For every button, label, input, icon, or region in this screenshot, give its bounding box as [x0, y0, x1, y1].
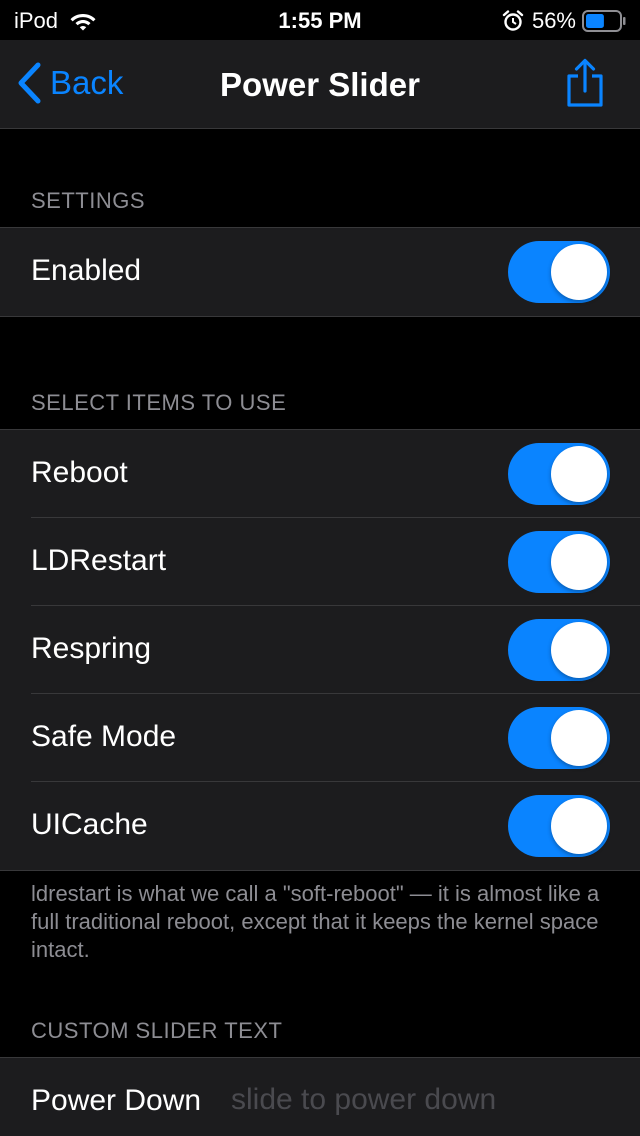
respring-toggle[interactable] [508, 619, 610, 681]
page-title: Power Slider [220, 66, 420, 103]
item-label: Respring [31, 632, 152, 665]
item-label: Reboot [31, 456, 128, 489]
settings-group: Enabled [0, 227, 640, 317]
uicache-toggle[interactable] [508, 795, 610, 857]
toggle-knob [551, 534, 607, 590]
toggle-knob [551, 710, 607, 766]
item-label: LDRestart [31, 544, 167, 577]
power-down-label: Power Down [31, 1084, 202, 1117]
item-label: UICache [31, 808, 148, 841]
navigation-bar: Back Power Slider [0, 40, 640, 129]
item-row-safe-mode: Safe Mode [0, 694, 640, 782]
battery-percent: 56% [531, 8, 576, 33]
battery-icon [582, 10, 626, 32]
item-row-respring: Respring [0, 606, 640, 694]
safe-mode-toggle[interactable] [508, 707, 610, 769]
items-section-header: SELECT ITEMS TO USE [31, 390, 287, 415]
enabled-row: Enabled [0, 228, 640, 316]
toggle-knob [551, 244, 607, 300]
custom-text-group: Power Down [0, 1057, 640, 1136]
ldrestart-toggle[interactable] [508, 531, 610, 593]
settings-section-header: SETTINGS [31, 188, 146, 213]
custom-text-section-header: CUSTOM SLIDER TEXT [31, 1018, 283, 1043]
item-row-uicache: UICache [0, 782, 640, 870]
item-label: Safe Mode [31, 720, 177, 753]
toggle-knob [551, 798, 607, 854]
reboot-toggle[interactable] [508, 443, 610, 505]
items-footer-note: ldrestart is what we call a "soft-reboot… [31, 881, 600, 962]
power-down-row: Power Down [0, 1058, 640, 1136]
item-row-ldrestart: LDRestart [0, 518, 640, 606]
enabled-toggle[interactable] [508, 241, 610, 303]
toggle-knob [551, 446, 607, 502]
status-bar: iPod 1:55 PM 56% [0, 0, 640, 40]
toggle-knob [551, 622, 607, 678]
enabled-label: Enabled [31, 254, 142, 287]
share-icon[interactable] [564, 58, 606, 108]
item-row-reboot: Reboot [0, 430, 640, 518]
items-group: Reboot LDRestart Respring Safe Mode UICa… [0, 429, 640, 871]
power-down-text-field[interactable] [231, 1080, 611, 1120]
alarm-clock-icon [502, 10, 524, 31]
status-right: 56% [502, 8, 626, 34]
